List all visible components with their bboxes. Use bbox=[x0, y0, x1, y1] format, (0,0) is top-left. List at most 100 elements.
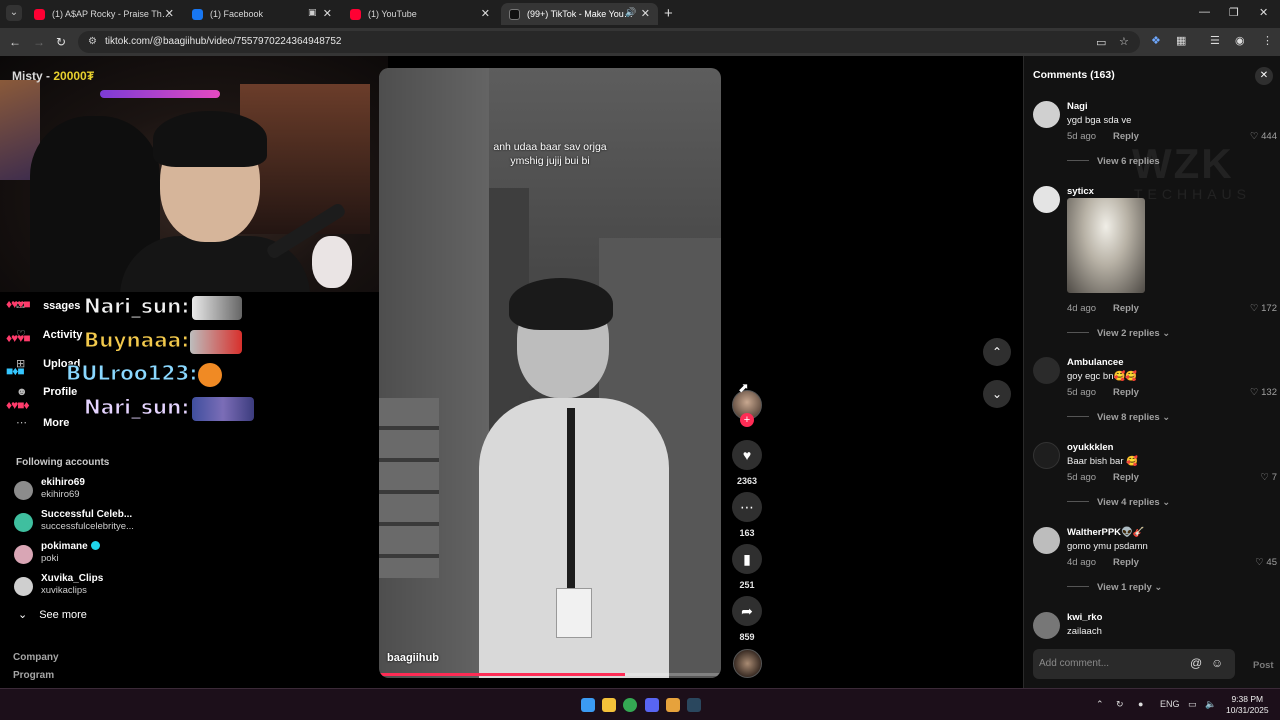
close-icon[interactable]: ✕ bbox=[1255, 67, 1273, 85]
reply-button[interactable]: Reply bbox=[1113, 387, 1139, 398]
comment-username[interactable]: Ambulancee bbox=[1067, 357, 1124, 368]
share-button[interactable]: ➦ bbox=[732, 596, 762, 626]
steam-icon[interactable] bbox=[687, 698, 701, 712]
browser-tab[interactable]: (1) Facebook ▣ ✕ bbox=[184, 3, 340, 25]
browser-tab-active[interactable]: (99+) TikTok - Make Your Da 🔊 ✕ bbox=[501, 3, 658, 25]
windows-start-icon[interactable] bbox=[581, 698, 595, 712]
comment-like[interactable]: ♡ 444 bbox=[1250, 131, 1277, 142]
footer-link-company[interactable]: Company bbox=[13, 652, 59, 663]
view-replies-button[interactable]: View 1 reply ⌄ bbox=[1067, 582, 1162, 593]
music-disc-icon[interactable] bbox=[733, 649, 762, 678]
post-button[interactable]: Post bbox=[1253, 660, 1274, 671]
tab-title: (1) Facebook bbox=[210, 9, 264, 19]
microphone-icon[interactable]: ● bbox=[1138, 699, 1143, 709]
browser-tab[interactable]: (1) YouTube ✕ bbox=[342, 3, 498, 25]
site-info-icon[interactable]: ⚙ bbox=[88, 36, 97, 47]
minimize-icon[interactable]: — bbox=[1199, 6, 1210, 18]
menu-icon[interactable]: ⋮ bbox=[1262, 34, 1273, 47]
close-tab-icon[interactable]: ✕ bbox=[165, 7, 174, 20]
following-account[interactable]: Successful Celeb... successfulcelebritye… bbox=[14, 509, 214, 535]
following-account[interactable]: Xuvika_Clips xuvikaclips bbox=[14, 573, 214, 599]
avatar[interactable] bbox=[1033, 442, 1060, 469]
comment-like[interactable]: ♡ 45 bbox=[1255, 557, 1277, 568]
clock-time: 9:38 PM bbox=[1231, 694, 1264, 704]
view-replies-label: View 4 replies bbox=[1097, 497, 1160, 508]
close-tab-icon[interactable]: ✕ bbox=[481, 7, 490, 20]
new-tab-icon[interactable]: + bbox=[664, 5, 673, 22]
comment-username[interactable]: Nagi bbox=[1067, 101, 1088, 112]
view-replies-button[interactable]: View 8 replies ⌄ bbox=[1067, 412, 1170, 423]
comment-username[interactable]: kwi_rko bbox=[1067, 612, 1102, 623]
like-button[interactable]: ♥ bbox=[732, 440, 762, 470]
volume-icon[interactable]: 🔈 bbox=[1205, 699, 1216, 710]
comment-username[interactable]: syticx bbox=[1067, 186, 1094, 197]
footer-link-program[interactable]: Program bbox=[13, 670, 54, 681]
reply-button[interactable]: Reply bbox=[1113, 131, 1139, 142]
system-clock[interactable]: 9:38 PM 10/31/2025 bbox=[1226, 694, 1269, 716]
avatar[interactable] bbox=[1033, 527, 1060, 554]
chrome-icon[interactable] bbox=[623, 698, 637, 712]
install-icon[interactable]: ▭ bbox=[1096, 36, 1106, 49]
see-more-button[interactable]: ⌄ See more bbox=[18, 608, 87, 621]
puzzle-icon[interactable]: ▦ bbox=[1176, 34, 1186, 47]
app-icon[interactable] bbox=[666, 698, 680, 712]
sidebar-icon[interactable]: ☰ bbox=[1210, 34, 1220, 47]
address-bar[interactable]: ⚙ tiktok.com/@baagiihub/video/7557970224… bbox=[78, 31, 1140, 53]
save-button[interactable]: ▮ bbox=[732, 544, 762, 574]
video-progress-bar[interactable] bbox=[379, 673, 721, 676]
add-comment-input[interactable]: Add comment... @ ☺ bbox=[1033, 649, 1235, 679]
mention-icon[interactable]: @ bbox=[1190, 656, 1202, 670]
comment-age: 4d ago bbox=[1067, 557, 1097, 568]
comment-count: 163 bbox=[739, 528, 755, 538]
following-account[interactable]: ekihiro69 ekihiro69 bbox=[14, 477, 214, 503]
comment-like[interactable]: ♡ 7 bbox=[1261, 472, 1277, 483]
avatar[interactable] bbox=[1033, 357, 1060, 384]
bookmark-star-icon[interactable]: ☆ bbox=[1119, 35, 1129, 48]
comments-panel: Comments (163) ✕ WZK TECHHAUS Nagi ygd b… bbox=[1023, 56, 1280, 688]
tab-title: (1) A$AP Rocky - Praise The Lo bbox=[52, 9, 174, 19]
emoji-icon[interactable]: ☺ bbox=[1211, 656, 1223, 670]
back-icon[interactable]: ← bbox=[9, 35, 21, 49]
following-account[interactable]: pokimane poki bbox=[14, 541, 214, 567]
reply-button[interactable]: Reply bbox=[1113, 303, 1139, 314]
reply-button[interactable]: Reply bbox=[1113, 557, 1139, 568]
video-author[interactable]: baagiihub bbox=[387, 652, 439, 664]
sync-icon[interactable]: ↻ bbox=[1116, 699, 1124, 710]
close-window-icon[interactable]: ✕ bbox=[1259, 6, 1268, 19]
profile-icon[interactable]: ◉ bbox=[1235, 34, 1245, 47]
next-video-button[interactable]: ⌄ bbox=[983, 380, 1011, 408]
view-replies-button[interactable]: View 2 replies ⌄ bbox=[1067, 328, 1170, 339]
close-tab-icon[interactable]: ✕ bbox=[641, 7, 650, 20]
forward-icon[interactable]: → bbox=[33, 35, 45, 49]
comment-image[interactable] bbox=[1067, 198, 1145, 293]
tab-search-icon[interactable]: ⌄ bbox=[6, 5, 22, 21]
file-explorer-icon[interactable] bbox=[602, 698, 616, 712]
follow-plus-icon[interactable]: + bbox=[740, 413, 754, 427]
comment-like[interactable]: ♡ 172 bbox=[1250, 303, 1277, 314]
audio-playing-icon[interactable]: 🔊 bbox=[625, 7, 636, 18]
display-icon[interactable]: ▭ bbox=[1188, 699, 1197, 710]
comment-button[interactable]: ⋯ bbox=[732, 492, 762, 522]
avatar[interactable] bbox=[1033, 101, 1060, 128]
extension-icon[interactable]: ❖ bbox=[1151, 34, 1161, 47]
avatar bbox=[14, 577, 33, 596]
reply-button[interactable]: Reply bbox=[1113, 472, 1139, 483]
browser-tab[interactable]: (1) A$AP Rocky - Praise The Lo ✕ bbox=[26, 3, 182, 25]
view-replies-button[interactable]: View 6 replies bbox=[1067, 156, 1160, 167]
avatar[interactable] bbox=[1033, 186, 1060, 213]
language-indicator[interactable]: ENG bbox=[1160, 699, 1180, 709]
comment-username[interactable]: oyukkklen bbox=[1067, 442, 1113, 453]
avatar[interactable] bbox=[1033, 612, 1060, 639]
tray-chevron-up-icon[interactable]: ⌃ bbox=[1096, 699, 1104, 710]
reload-icon[interactable]: ↻ bbox=[56, 35, 66, 49]
restore-icon[interactable]: ❐ bbox=[1229, 6, 1239, 19]
discord-icon[interactable] bbox=[645, 698, 659, 712]
video-player[interactable]: anh udaa baar sav orjga ymshig jujij bui… bbox=[379, 68, 721, 678]
previous-video-button[interactable]: ⌃ bbox=[983, 338, 1011, 366]
view-replies-button[interactable]: View 4 replies ⌄ bbox=[1067, 497, 1170, 508]
comment-like[interactable]: ♡ 132 bbox=[1250, 387, 1277, 398]
comment-text: ygd bga sda ve bbox=[1067, 115, 1132, 126]
comment-username[interactable]: WaltherPPK👽🎸 bbox=[1067, 527, 1145, 538]
close-tab-icon[interactable]: ✕ bbox=[323, 7, 332, 20]
account-handle: xuvikaclips bbox=[41, 585, 87, 596]
